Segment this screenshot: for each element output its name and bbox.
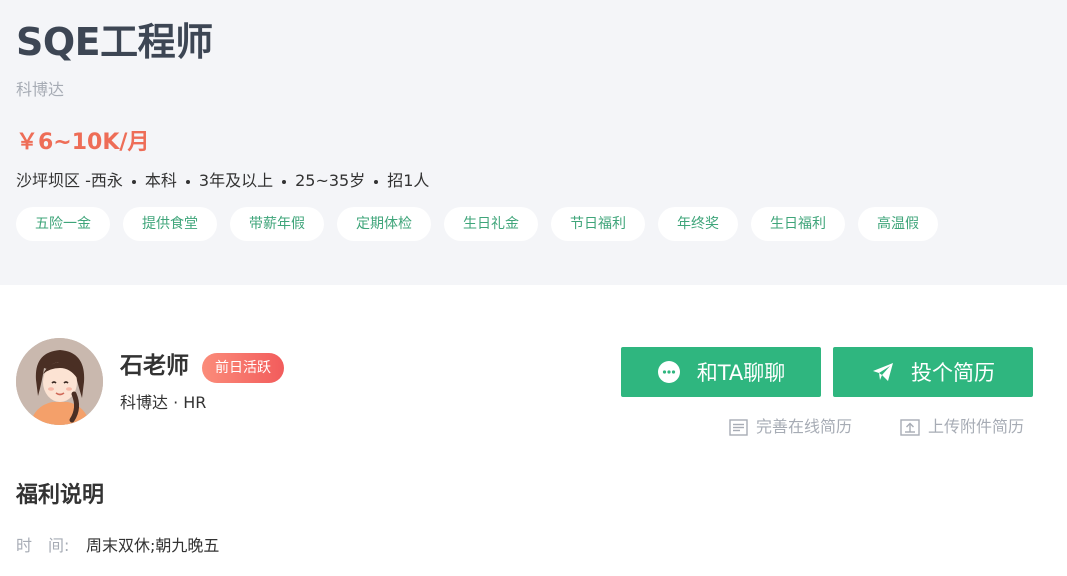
- benefit-tags: 五险一金 提供食堂 带薪年假 定期体检 生日礼金 节日福利 年终奖 生日福利 高…: [16, 207, 938, 241]
- avatar-illustration: [16, 338, 103, 425]
- benefit-tag: 年终奖: [658, 207, 738, 241]
- separator-dot: [185, 180, 190, 184]
- benefit-tag: 节日福利: [551, 207, 645, 241]
- recruiter-name: 石老师: [120, 353, 189, 379]
- chat-button-label: 和TA聊聊: [696, 361, 786, 385]
- apply-button[interactable]: 投个简历: [833, 347, 1033, 397]
- job-age: 25~35岁: [295, 171, 366, 190]
- job-education: 本科: [144, 171, 177, 190]
- active-status-badge: 前日活跃: [202, 353, 284, 383]
- paper-plane-icon: [871, 360, 895, 384]
- benefit-tag: 提供食堂: [123, 207, 217, 241]
- chat-bubble-icon: [657, 360, 681, 384]
- upload-resume-label: 上传附件简历: [928, 417, 1025, 436]
- work-time-row: 时 间: 周末双休;朝九晚五: [16, 534, 219, 558]
- upload-resume-link[interactable]: 上传附件简历: [900, 415, 1024, 439]
- job-header: SQE工程师 科博达 ￥6~10K/月 沙坪坝区 -西永 本科 3年及以上 25…: [0, 0, 1067, 285]
- chat-button[interactable]: 和TA聊聊: [621, 347, 821, 397]
- separator-dot: [374, 180, 379, 184]
- welfare-section-title: 福利说明: [16, 483, 105, 508]
- job-meta: 沙坪坝区 -西永 本科 3年及以上 25~35岁 招1人: [16, 169, 429, 193]
- job-experience: 3年及以上: [198, 171, 274, 190]
- apply-button-label: 投个简历: [911, 361, 995, 385]
- separator-dot: [131, 180, 136, 184]
- benefit-tag: 定期体检: [337, 207, 431, 241]
- upload-icon: [900, 418, 920, 436]
- benefit-tag: 带薪年假: [230, 207, 324, 241]
- benefit-tag: 高温假: [858, 207, 938, 241]
- job-headcount: 招1人: [387, 171, 430, 190]
- work-time-value: 周末双休;朝九晚五: [86, 536, 220, 555]
- benefit-tag: 生日礼金: [444, 207, 538, 241]
- document-icon: [729, 418, 748, 436]
- edit-online-resume-label: 完善在线简历: [756, 417, 853, 436]
- work-time-label: 时 间:: [16, 536, 70, 555]
- job-title: SQE工程师: [16, 20, 213, 64]
- benefit-tag: 五险一金: [16, 207, 110, 241]
- company-name[interactable]: 科博达: [16, 79, 64, 101]
- separator-dot: [282, 180, 287, 184]
- recruiter-info: 科博达 · HR: [120, 393, 207, 412]
- benefit-tag: 生日福利: [751, 207, 845, 241]
- edit-online-resume-link[interactable]: 完善在线简历: [729, 415, 852, 439]
- recruiter-avatar[interactable]: [16, 338, 103, 425]
- job-location: 沙坪坝区 -西永: [16, 171, 123, 190]
- salary: ￥6~10K/月: [16, 130, 150, 155]
